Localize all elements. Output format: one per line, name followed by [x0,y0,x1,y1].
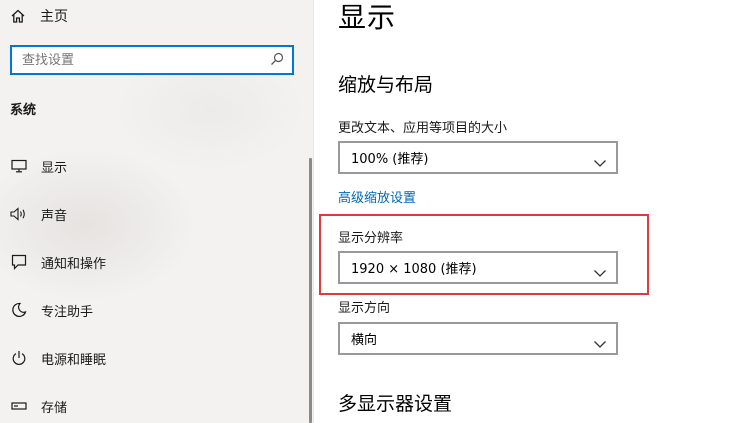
orientation-dropdown[interactable]: 横向 [338,322,618,355]
moon-icon [10,301,28,319]
sidebar-item-label: 专注助手 [41,304,94,320]
sidebar-item-sound[interactable]: 声音 [0,194,313,234]
sidebar-item-label: 存储 [41,400,68,416]
sidebar-item-label: 电源和睡眠 [41,352,107,368]
text-size-label: 更改文本、应用等项目的大小 [338,121,508,136]
orientation-label: 显示方向 [338,301,391,316]
resolution-dropdown[interactable]: 1920 × 1080 (推荐) [338,251,618,284]
section-title-system: 系统 [10,103,37,118]
sidebar-item-storage[interactable]: 存储 [0,386,313,423]
resolution-label: 显示分辨率 [338,231,404,246]
sidebar-item-label: 声音 [41,208,68,224]
sidebar-item-focus-assist[interactable]: 专注助手 [0,290,313,330]
orientation-value: 横向 [351,333,378,348]
page-title: 显示 [338,1,397,34]
chevron-down-icon [593,334,607,353]
settings-window: 主页 系统 显示 [0,0,745,423]
sidebar: 主页 系统 显示 [0,0,314,423]
sidebar-item-power-sleep[interactable]: 电源和睡眠 [0,338,313,378]
home-nav-item[interactable]: 主页 [10,4,68,28]
home-icon [10,8,26,24]
power-icon [10,349,28,367]
chevron-down-icon [593,263,607,282]
sidebar-item-display[interactable]: 显示 [0,146,313,186]
chevron-down-icon [593,153,607,172]
multi-display-heading: 多显示器设置 [338,393,453,415]
sidebar-scrollbar[interactable] [309,158,312,423]
monitor-icon [10,157,28,175]
search-icon[interactable] [270,51,284,70]
search-box[interactable] [10,45,294,75]
storage-icon [10,397,28,415]
advanced-scaling-link[interactable]: 高级缩放设置 [338,187,416,206]
search-input[interactable] [22,52,270,68]
sidebar-item-notifications[interactable]: 通知和操作 [0,242,313,282]
resolution-value: 1920 × 1080 (推荐) [351,262,477,277]
home-label: 主页 [40,9,68,25]
text-size-value: 100% (推荐) [351,152,429,167]
sidebar-item-label: 通知和操作 [41,256,107,272]
main-content: 显示 缩放与布局 更改文本、应用等项目的大小 100% (推荐) 高级缩放设置 … [314,0,745,423]
scale-layout-heading: 缩放与布局 [338,74,434,96]
text-size-dropdown[interactable]: 100% (推荐) [338,141,618,174]
speaker-icon [10,205,28,223]
sidebar-item-label: 显示 [41,160,68,176]
notification-icon [10,253,28,271]
